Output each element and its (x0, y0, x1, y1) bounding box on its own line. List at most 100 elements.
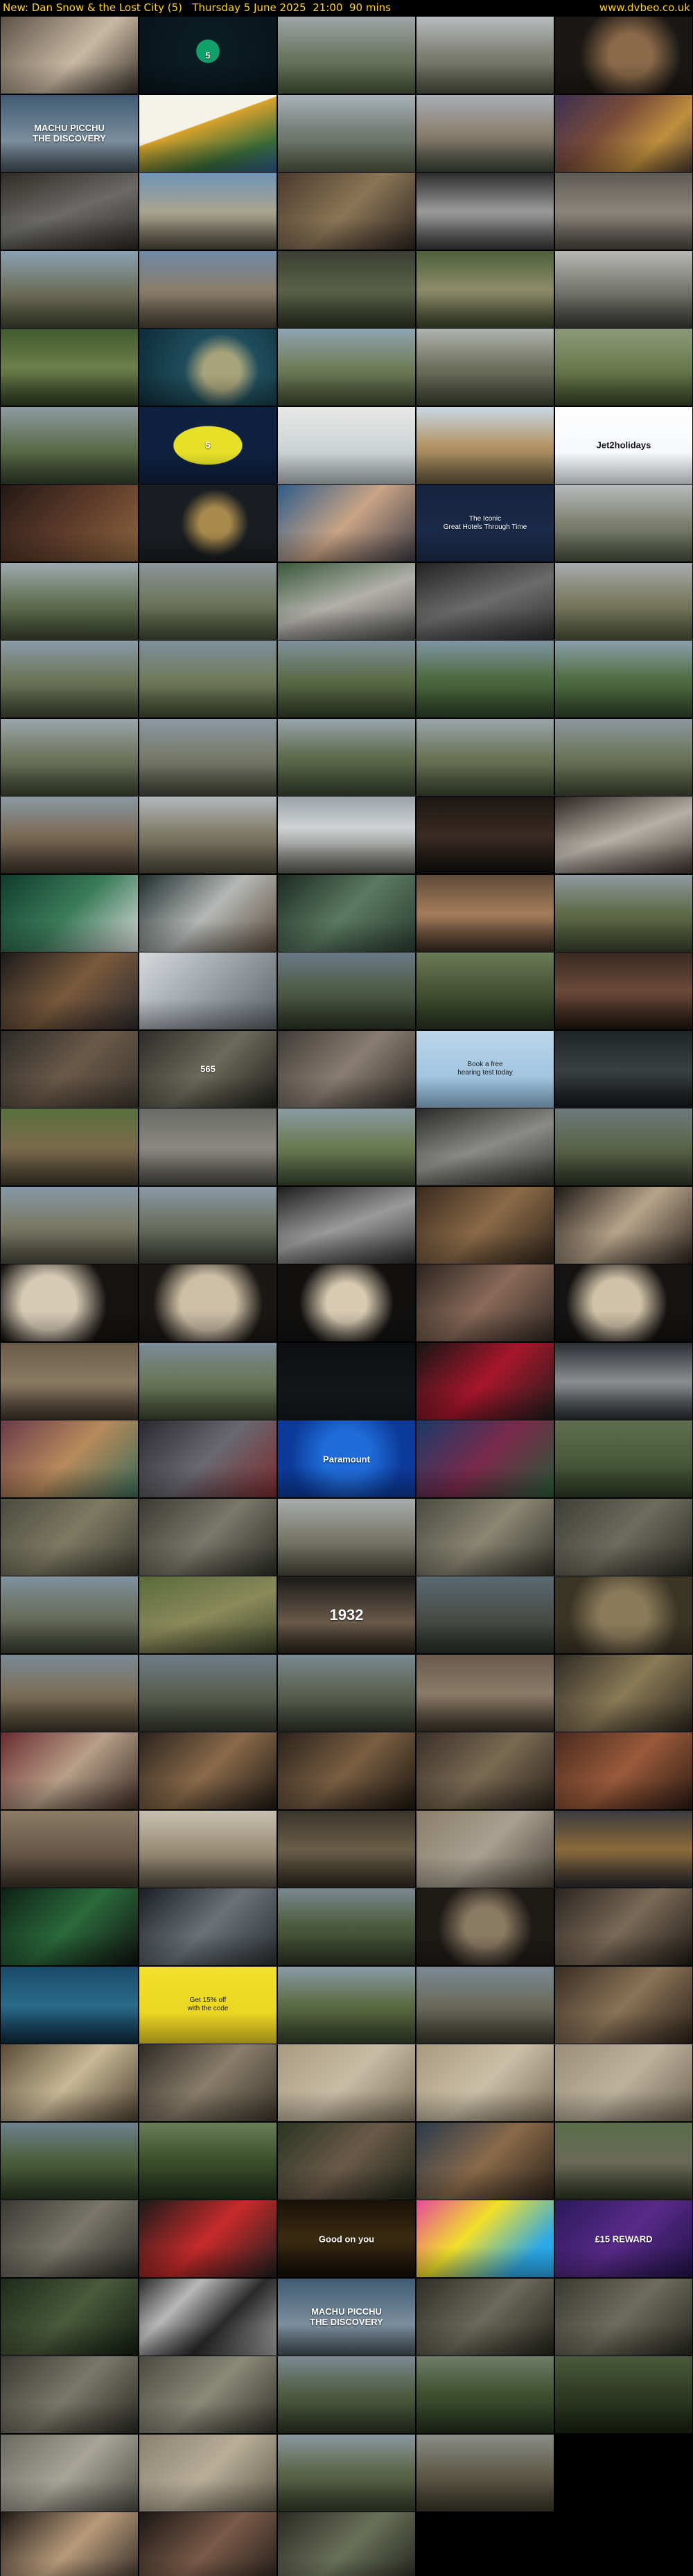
thumbnail-frame[interactable] (139, 952, 277, 1029)
thumbnail-frame[interactable] (1, 2512, 138, 2576)
thumbnail-frame[interactable] (1, 562, 138, 640)
thumbnail-frame[interactable] (1, 406, 138, 484)
thumbnail-frame[interactable] (278, 406, 415, 484)
thumbnail-frame[interactable] (1, 485, 138, 562)
thumbnail-frame[interactable]: 565 (139, 1030, 277, 1108)
thumbnail-frame[interactable] (1, 641, 138, 717)
thumbnail-frame[interactable] (555, 1030, 692, 1108)
thumbnail-frame[interactable] (278, 1108, 415, 1185)
thumbnail-frame[interactable] (1, 250, 138, 328)
thumbnail-frame[interactable] (139, 2512, 277, 2576)
thumbnail-frame[interactable] (278, 1342, 415, 1420)
site-link[interactable]: www.dvbeo.co.uk (599, 1, 690, 14)
thumbnail-frame[interactable] (139, 1498, 277, 1576)
thumbnail-frame[interactable] (1, 2356, 138, 2433)
thumbnail-frame[interactable] (139, 250, 277, 328)
thumbnail-frame[interactable] (416, 797, 554, 873)
thumbnail-frame[interactable] (555, 17, 692, 94)
thumbnail-frame[interactable] (278, 1810, 415, 1888)
thumbnail-frame[interactable] (555, 1108, 692, 1185)
thumbnail-frame[interactable] (1, 1888, 138, 1965)
thumbnail-frame[interactable] (416, 952, 554, 1029)
thumbnail-frame[interactable] (139, 329, 277, 406)
thumbnail-frame[interactable] (416, 1342, 554, 1420)
thumbnail-frame[interactable] (278, 250, 415, 328)
thumbnail-frame[interactable] (555, 173, 692, 250)
thumbnail-frame[interactable] (139, 1264, 277, 1341)
thumbnail-frame[interactable] (139, 562, 277, 640)
thumbnail-frame[interactable] (1, 17, 138, 94)
thumbnail-frame[interactable] (555, 2434, 692, 2512)
thumbnail-frame[interactable] (278, 1654, 415, 1732)
thumbnail-frame[interactable] (1, 1264, 138, 1341)
thumbnail-frame[interactable] (278, 173, 415, 250)
thumbnail-frame[interactable] (555, 1342, 692, 1420)
thumbnail-frame[interactable]: 5 (139, 406, 277, 484)
thumbnail-frame[interactable] (555, 1966, 692, 2044)
thumbnail-frame[interactable] (1, 1342, 138, 1420)
thumbnail-frame[interactable] (416, 406, 554, 484)
thumbnail-frame[interactable] (278, 2044, 415, 2121)
thumbnail-frame[interactable] (555, 329, 692, 406)
thumbnail-frame[interactable] (139, 874, 277, 952)
thumbnail-frame[interactable] (555, 250, 692, 328)
thumbnail-frame[interactable] (139, 1654, 277, 1732)
thumbnail-frame[interactable] (139, 2356, 277, 2433)
thumbnail-frame[interactable] (555, 1264, 692, 1341)
thumbnail-frame[interactable] (416, 17, 554, 94)
thumbnail-frame[interactable]: Paramount (278, 1420, 415, 1497)
thumbnail-frame[interactable] (555, 1498, 692, 1576)
thumbnail-frame[interactable] (555, 1654, 692, 1732)
thumbnail-frame[interactable] (555, 797, 692, 873)
thumbnail-frame[interactable] (278, 1888, 415, 1965)
thumbnail-frame[interactable] (139, 2200, 277, 2277)
thumbnail-frame[interactable] (1, 1732, 138, 1809)
thumbnail-frame[interactable] (139, 1810, 277, 1888)
thumbnail-frame[interactable] (278, 641, 415, 717)
thumbnail-frame[interactable] (278, 797, 415, 873)
thumbnail-frame[interactable] (139, 1342, 277, 1420)
thumbnail-frame[interactable] (1, 1810, 138, 1888)
thumbnail-frame[interactable] (416, 1420, 554, 1497)
thumbnail-frame[interactable] (278, 952, 415, 1029)
thumbnail-frame[interactable] (278, 1966, 415, 2044)
thumbnail-frame[interactable] (278, 2512, 415, 2576)
thumbnail-frame[interactable] (139, 1420, 277, 1497)
thumbnail-frame[interactable] (1, 2278, 138, 2356)
thumbnail-frame[interactable] (416, 2044, 554, 2121)
thumbnail-frame[interactable] (1, 1498, 138, 1576)
thumbnail-frame[interactable] (1, 1030, 138, 1108)
thumbnail-frame[interactable] (555, 1576, 692, 1653)
thumbnail-frame[interactable] (278, 1264, 415, 1341)
thumbnail-frame[interactable] (1, 1654, 138, 1732)
thumbnail-frame[interactable] (1, 2044, 138, 2121)
thumbnail-frame[interactable] (1, 1108, 138, 1185)
thumbnail-frame[interactable] (555, 2356, 692, 2433)
thumbnail-frame[interactable] (555, 1420, 692, 1497)
thumbnail-frame[interactable] (1, 2434, 138, 2512)
thumbnail-frame[interactable] (555, 94, 692, 172)
thumbnail-frame[interactable] (1, 1186, 138, 1264)
thumbnail-frame[interactable] (416, 641, 554, 717)
thumbnail-frame[interactable] (139, 2044, 277, 2121)
thumbnail-frame[interactable] (416, 1264, 554, 1341)
thumbnail-frame[interactable] (416, 250, 554, 328)
thumbnail-frame[interactable] (139, 1732, 277, 1809)
thumbnail-frame[interactable] (555, 2122, 692, 2200)
thumbnail-frame[interactable] (1, 1966, 138, 2044)
thumbnail-frame[interactable] (139, 797, 277, 873)
thumbnail-frame[interactable] (139, 2122, 277, 2200)
thumbnail-frame[interactable] (416, 1186, 554, 1264)
thumbnail-frame[interactable]: £15 REWARD (555, 2200, 692, 2277)
thumbnail-frame[interactable] (555, 1186, 692, 1264)
thumbnail-frame[interactable]: The Iconic Great Hotels Through Time (416, 485, 554, 562)
thumbnail-frame[interactable] (1, 718, 138, 796)
thumbnail-frame[interactable] (555, 1888, 692, 1965)
thumbnail-frame[interactable] (416, 173, 554, 250)
thumbnail-frame[interactable] (1, 1576, 138, 1653)
thumbnail-frame[interactable] (278, 1498, 415, 1576)
thumbnail-frame[interactable] (416, 2434, 554, 2512)
thumbnail-frame[interactable] (555, 2278, 692, 2356)
thumbnail-frame[interactable] (416, 2356, 554, 2433)
thumbnail-frame[interactable] (416, 562, 554, 640)
